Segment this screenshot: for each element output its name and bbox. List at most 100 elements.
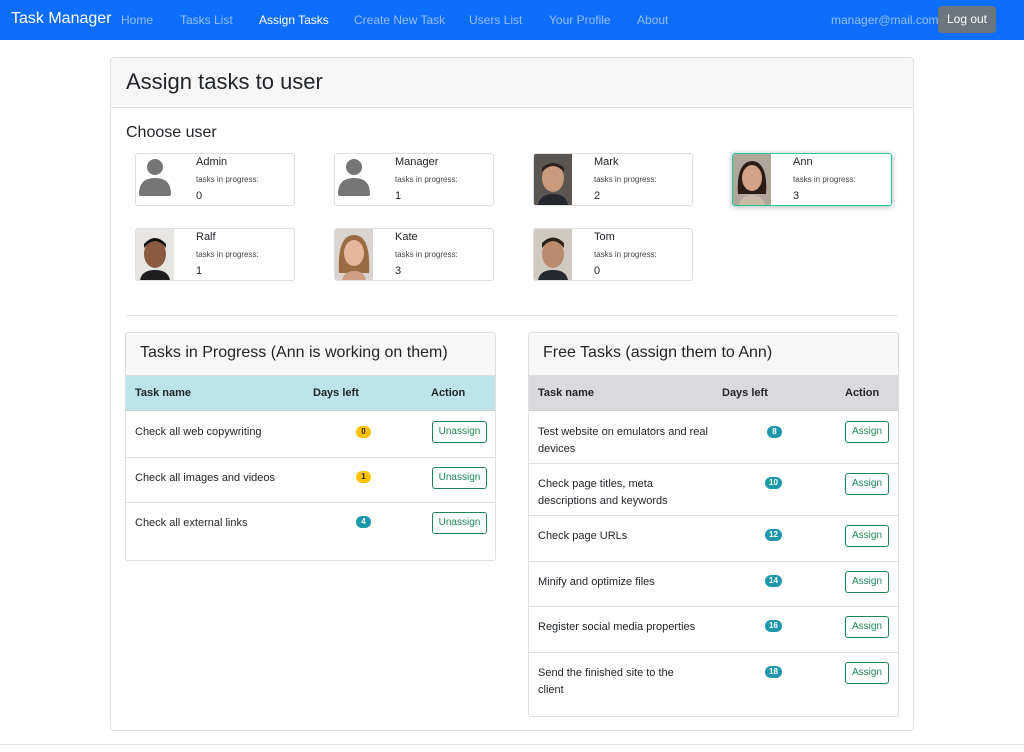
assign-button[interactable]: Assign [845, 616, 889, 638]
column-action: Action [431, 387, 466, 399]
table-row: Check page titles, meta descriptions and… [529, 464, 898, 516]
assign-tasks-card: Assign tasks to user Choose user Admin t… [110, 57, 914, 731]
task-name: Check page titles, meta descriptions and… [538, 478, 668, 507]
days-left-badge: 8 [767, 426, 782, 438]
table-header: Task name Days left Action [529, 376, 898, 411]
free-tasks-title: Free Tasks (assign them to Ann) [543, 344, 773, 361]
user-name: Admin [196, 156, 228, 168]
days-left-badge: 0 [356, 426, 371, 438]
default-person-icon [136, 154, 174, 205]
choose-user-heading: Choose user [126, 124, 217, 141]
task-name: Test website on emulators and real devic… [538, 426, 708, 455]
user-task-count: 0 [196, 190, 203, 202]
task-name: Check all images and videos [135, 472, 276, 484]
user-task-count: 3 [793, 190, 800, 202]
user-card-mark[interactable]: Mark tasks in progress: 2 [533, 153, 693, 206]
assign-button[interactable]: Assign [845, 662, 889, 684]
assign-button[interactable]: Assign [845, 421, 889, 443]
task-name: Check page URLs [538, 530, 628, 542]
task-name: Register social media properties [538, 621, 696, 633]
user-progress-label: tasks in progress: [196, 175, 259, 184]
user-task-count: 3 [395, 265, 402, 277]
user-photo [335, 229, 373, 280]
nav-your-profile[interactable]: Your Profile [549, 13, 611, 27]
table-header: Task name Days left Action [126, 376, 495, 411]
user-progress-label: tasks in progress: [395, 250, 458, 259]
unassign-button[interactable]: Unassign [432, 467, 487, 489]
free-tasks-card: Free Tasks (assign them to Ann) Task nam… [528, 332, 899, 717]
nav-home[interactable]: Home [121, 13, 153, 27]
top-navbar: Task Manager Home Tasks List Assign Task… [0, 0, 1024, 40]
unassign-button[interactable]: Unassign [432, 512, 487, 534]
assign-button[interactable]: Assign [845, 525, 889, 547]
card-header: Assign tasks to user [111, 58, 913, 108]
table-row: Test website on emulators and real devic… [529, 412, 898, 464]
user-card-ann[interactable]: Ann tasks in progress: 3 [732, 153, 892, 206]
days-left-badge: 10 [765, 477, 782, 489]
nav-tasks-list[interactable]: Tasks List [180, 13, 233, 27]
logout-button[interactable]: Log out [938, 6, 996, 33]
column-days-left: Days left [313, 387, 359, 399]
table-row: Send the finished site to the client 18 … [529, 653, 898, 716]
column-action: Action [845, 387, 880, 399]
page-title: Assign tasks to user [126, 69, 323, 94]
table-row: Check all web copywriting 0 Unassign [126, 412, 495, 458]
tasks-in-progress-card: Tasks in Progress (Ann is working on the… [125, 332, 496, 561]
task-name: Check all web copywriting [135, 426, 262, 438]
user-photo [534, 229, 572, 280]
user-card-kate[interactable]: Kate tasks in progress: 3 [334, 228, 494, 281]
user-name: Ann [793, 156, 813, 168]
column-task-name: Task name [538, 387, 595, 399]
days-left-badge: 16 [765, 620, 782, 632]
user-progress-label: tasks in progress: [594, 250, 657, 259]
nav-users-list[interactable]: Users List [469, 13, 522, 27]
user-progress-label: tasks in progress: [196, 250, 259, 259]
user-card-tom[interactable]: Tom tasks in progress: 0 [533, 228, 693, 281]
days-left-badge: 14 [765, 575, 782, 587]
user-card-admin[interactable]: Admin tasks in progress: 0 [135, 153, 295, 206]
user-photo [733, 154, 771, 205]
table-row: Register social media properties 16 Assi… [529, 607, 898, 653]
tasks-in-progress-header: Tasks in Progress (Ann is working on the… [126, 333, 495, 376]
free-tasks-header: Free Tasks (assign them to Ann) [529, 333, 898, 376]
user-task-count: 2 [594, 190, 601, 202]
assign-button[interactable]: Assign [845, 571, 889, 593]
nav-about[interactable]: About [637, 13, 668, 27]
user-photo [534, 154, 572, 205]
user-progress-label: tasks in progress: [594, 175, 657, 184]
footer-divider [0, 744, 1024, 745]
user-photo [136, 229, 174, 280]
unassign-button[interactable]: Unassign [432, 421, 487, 443]
user-task-count: 1 [196, 265, 203, 277]
user-name: Kate [395, 231, 418, 243]
user-card-manager[interactable]: Manager tasks in progress: 1 [334, 153, 494, 206]
column-days-left: Days left [722, 387, 768, 399]
task-name: Check all external links [135, 517, 248, 529]
user-email: manager@mail.com [831, 13, 939, 27]
user-task-count: 1 [395, 190, 402, 202]
user-card-ralf[interactable]: Ralf tasks in progress: 1 [135, 228, 295, 281]
user-name: Mark [594, 156, 619, 168]
assign-button[interactable]: Assign [845, 473, 889, 495]
table-row: Check all images and videos 1 Unassign [126, 458, 495, 503]
task-name: Send the finished site to the client [538, 667, 674, 696]
tasks-in-progress-title: Tasks in Progress (Ann is working on the… [140, 344, 448, 361]
user-task-count: 0 [594, 265, 601, 277]
user-name: Tom [594, 231, 615, 243]
task-name: Minify and optimize files [538, 576, 655, 588]
table-row: Check page URLs 12 Assign [529, 516, 898, 562]
user-progress-label: tasks in progress: [395, 175, 458, 184]
table-row: Check all external links 4 Unassign [126, 503, 495, 549]
days-left-badge: 1 [356, 471, 371, 483]
brand-link[interactable]: Task Manager [11, 10, 112, 28]
column-task-name: Task name [135, 387, 192, 399]
nav-assign-tasks[interactable]: Assign Tasks [259, 13, 329, 27]
default-person-icon [335, 154, 373, 205]
user-progress-label: tasks in progress: [793, 175, 856, 184]
days-left-badge: 4 [356, 516, 371, 528]
section-divider [126, 315, 898, 316]
user-name: Manager [395, 156, 439, 168]
nav-create-new-task[interactable]: Create New Task [354, 13, 445, 27]
days-left-badge: 12 [765, 529, 782, 541]
user-name: Ralf [196, 231, 216, 243]
